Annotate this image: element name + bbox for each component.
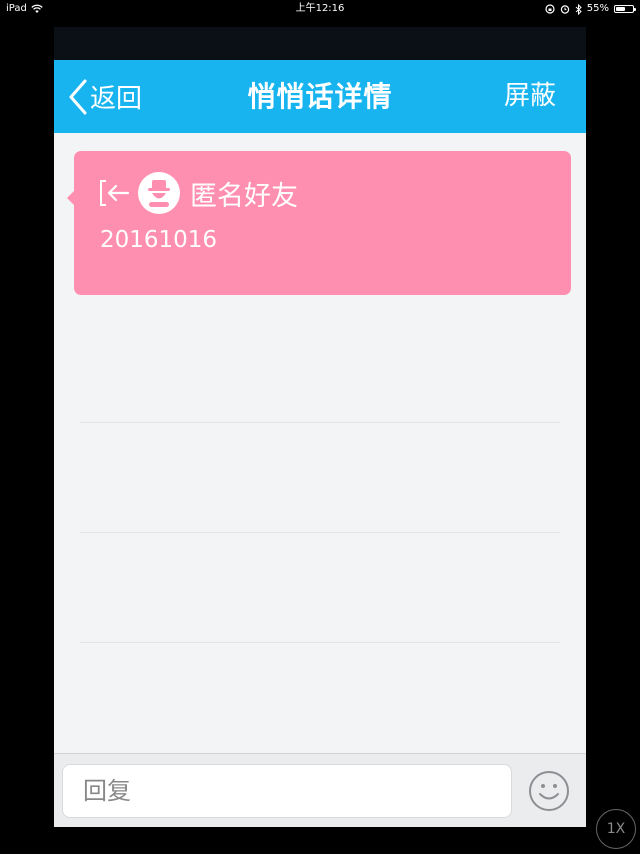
- reply-bar: 回复: [54, 753, 586, 827]
- card-pointer: [67, 191, 74, 205]
- message-list: 匿名好友 20161016: [54, 133, 586, 753]
- battery-icon: [614, 5, 636, 13]
- app-status-strip: [54, 27, 586, 60]
- reply-input[interactable]: 回复: [62, 764, 512, 818]
- list-divider: [80, 422, 560, 423]
- app-screen: 返回 悄悄话详情 屏蔽 匿名好友 20161016 回复: [54, 27, 586, 827]
- sender-name: 匿名好友: [190, 180, 298, 212]
- exit-arrow-icon: [100, 180, 130, 206]
- message-card[interactable]: 匿名好友 20161016: [67, 151, 571, 295]
- list-divider: [80, 642, 560, 643]
- anonymous-avatar-icon: [138, 172, 180, 214]
- alarm-icon: [560, 5, 569, 14]
- playback-speed-badge[interactable]: 1X: [596, 809, 636, 849]
- status-bar: iPad 上午12:16 55%: [0, 0, 640, 18]
- bluetooth-icon: [575, 3, 582, 15]
- message-text: 20161016: [100, 227, 218, 253]
- block-button[interactable]: 屏蔽: [504, 60, 556, 133]
- lock-rotation-icon: [545, 4, 555, 14]
- battery-percent: 55%: [586, 3, 609, 14]
- emoji-icon[interactable]: [528, 770, 570, 812]
- navigation-bar: 返回 悄悄话详情 屏蔽: [54, 60, 586, 133]
- list-divider: [80, 532, 560, 533]
- battery-level: [616, 7, 625, 11]
